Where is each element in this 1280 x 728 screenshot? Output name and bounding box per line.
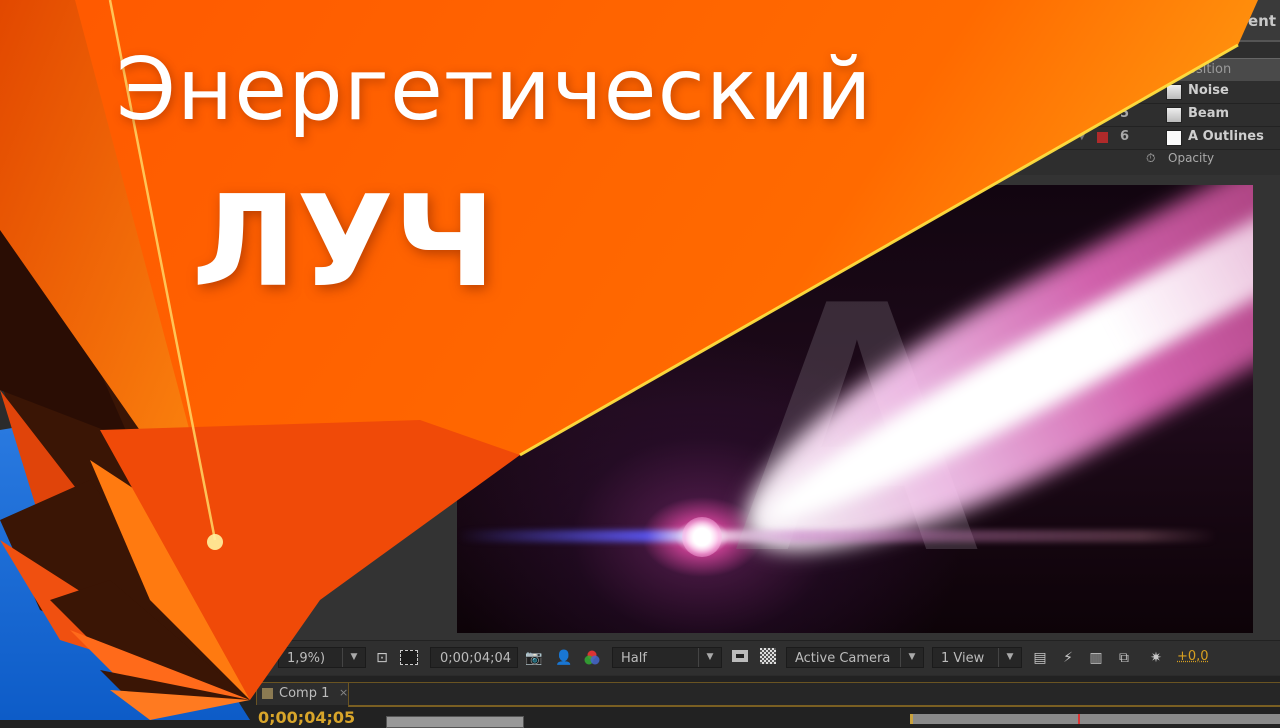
show-snapshot-icon[interactable]: 👤 (554, 648, 574, 668)
checkerboard-icon[interactable] (758, 648, 778, 668)
layout-icon[interactable]: ▤ (1030, 648, 1050, 668)
resolution-dropdown[interactable]: Half ▼ (612, 647, 722, 668)
timeline-layer-panel: ent osition Noise 5 Beam ▼ 6 A Outlines … (1000, 0, 1280, 175)
column-header-text: osition (1188, 62, 1232, 77)
current-time-value: 0;00;04;04 (440, 651, 512, 666)
tab-comp-1[interactable]: Comp 1 × (256, 682, 350, 705)
layer-number: 6 (1120, 129, 1130, 144)
views-value: 1 View (941, 651, 985, 666)
playhead[interactable] (1078, 714, 1080, 724)
panel-header-text: ent (1247, 12, 1276, 30)
tab-label: Comp 1 (279, 686, 330, 701)
column-header: osition (1000, 58, 1280, 81)
lens-flare-streak (457, 530, 1217, 542)
layer-name: Noise (1188, 83, 1229, 98)
close-icon[interactable]: × (339, 686, 348, 699)
magnification-value: 1,9%) (287, 651, 326, 666)
tab-strip (348, 682, 1280, 707)
viewer-toolbar: 1,9%) ▼ ⊡ 0;00;04;04 📷 👤 Half ▼ Active C… (240, 640, 1280, 675)
chevron-down-icon: ▼ (900, 648, 923, 667)
comp-color-swatch (262, 688, 273, 699)
reset-exposure-icon[interactable]: ✷ (1146, 648, 1166, 668)
title-line-2: луч (192, 168, 496, 315)
flowchart-icon[interactable]: ⧉ (1114, 648, 1134, 668)
timeline-icon[interactable]: ▥ (1086, 648, 1106, 668)
layer-label-color[interactable] (1097, 132, 1108, 143)
time-ruler[interactable] (910, 714, 1280, 724)
chevron-down-icon: ▼ (342, 648, 365, 667)
rgb-channels-icon[interactable] (582, 648, 602, 668)
region-of-interest-icon[interactable]: ⊡ (372, 648, 392, 668)
snapshot-camera-icon[interactable]: 📷 (524, 648, 544, 668)
timeline-panel: Comp 1 × 0;00;04;05 (240, 676, 1280, 728)
fast-previews-icon[interactable]: ⚡ (1058, 648, 1078, 668)
transparency-grid-icon[interactable] (400, 650, 418, 665)
layer-number: 5 (1120, 106, 1130, 121)
layer-row[interactable]: 5 Beam (1000, 104, 1280, 127)
current-time-field[interactable]: 0;00;04;04 (430, 647, 518, 668)
layer-visibility-box[interactable] (1166, 130, 1182, 146)
property-name: Opacity (1168, 151, 1215, 165)
layer-name: A Outlines (1188, 129, 1264, 144)
resolution-value: Half (621, 651, 647, 666)
lens-flare (682, 517, 722, 557)
layer-name: Beam (1188, 106, 1230, 121)
layer-row[interactable]: Noise (1000, 81, 1280, 104)
layer-visibility-box[interactable] (1166, 107, 1182, 123)
layer-search-input[interactable] (386, 716, 524, 728)
magnification-dropdown[interactable]: 1,9%) ▼ (278, 647, 366, 668)
layer-visibility-box[interactable] (1166, 84, 1182, 100)
exposure-value[interactable]: +0,0 (1177, 649, 1209, 664)
panel-header: ent (1000, 0, 1280, 42)
stopwatch-icon[interactable]: ⏱ (1146, 151, 1155, 166)
layer-label-color[interactable] (1097, 109, 1108, 120)
toggle-mask-icon[interactable] (730, 648, 750, 668)
composition-viewer[interactable]: A (457, 185, 1253, 633)
title-line-1: Энергетический (116, 40, 873, 140)
expand-triangle-icon[interactable]: ▼ (1078, 131, 1086, 142)
chevron-down-icon: ▼ (698, 648, 721, 667)
views-dropdown[interactable]: 1 View ▼ (932, 647, 1022, 668)
camera-value: Active Camera (795, 651, 891, 666)
layer-row[interactable]: ▼ 6 A Outlines (1000, 127, 1280, 150)
camera-dropdown[interactable]: Active Camera ▼ (786, 647, 924, 668)
timeline-timecode[interactable]: 0;00;04;05 (258, 708, 355, 727)
chevron-down-icon: ▼ (998, 648, 1021, 667)
property-row[interactable]: ⏱ Opacity (1000, 150, 1280, 170)
